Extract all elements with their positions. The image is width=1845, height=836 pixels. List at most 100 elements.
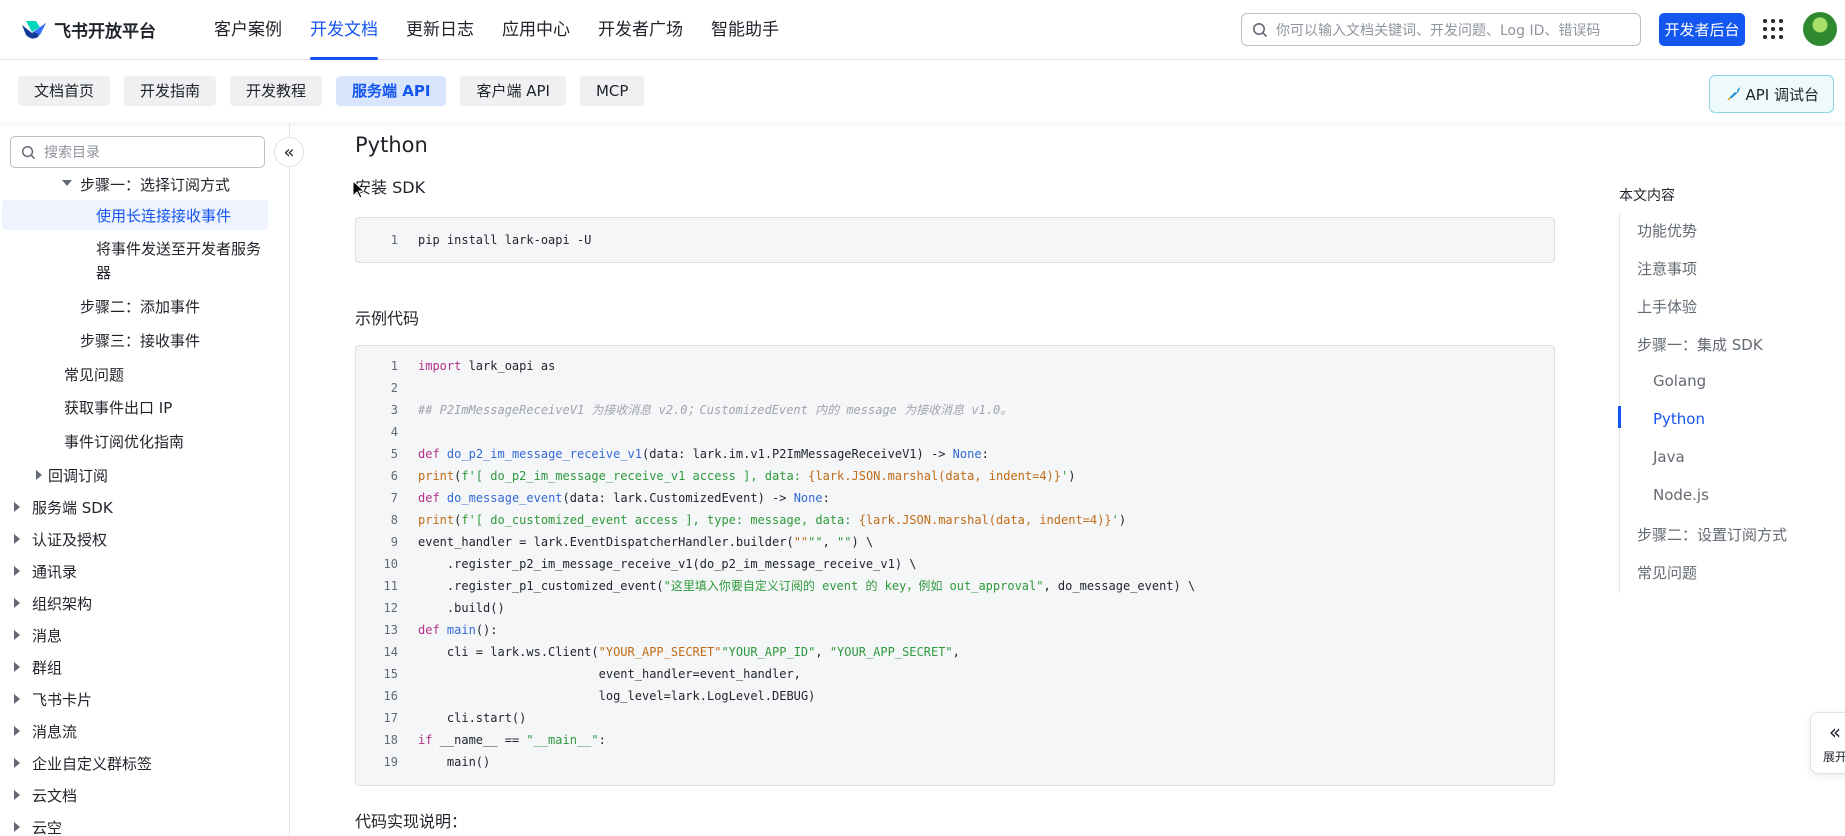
code-line: 15 event_handler=event_handler, <box>356 663 1546 685</box>
toc-item[interactable]: Golang <box>1653 372 1706 390</box>
code-text: cli.start() <box>418 711 527 725</box>
app-grid-icon[interactable] <box>1763 19 1783 39</box>
code-line: 17 cli.start() <box>356 707 1546 729</box>
tree-item-send-to-server[interactable]: 将事件发送至开发者服务 器 <box>96 238 261 283</box>
tree-item-label: 企业自定义群标签 <box>32 755 153 773</box>
tree-item-event-ip[interactable]: 获取事件出口 IP <box>64 397 172 418</box>
tree-item-label: 飞书卡片 <box>32 691 93 709</box>
tree-item-auth[interactable]: 认证及授权 <box>14 529 107 550</box>
avatar[interactable] <box>1803 12 1837 46</box>
tab-mcp[interactable]: MCP <box>579 76 645 106</box>
code-line: 18 if __name__ == "__main__": <box>356 729 1546 751</box>
code-text: (data: lark.CustomizedEvent) -> <box>562 491 794 505</box>
code-text: ) <box>1118 513 1127 527</box>
line-number: 14 <box>383 645 398 659</box>
code-text: , <box>815 645 830 659</box>
developer-console-button[interactable]: 开发者后台 <box>1659 13 1745 46</box>
tree-item-feed[interactable]: 消息流 <box>14 721 77 742</box>
sidebar-search-input[interactable]: 搜索目录 <box>10 136 265 168</box>
code-keyword: def <box>418 623 440 637</box>
code-function-name: do_p2_im_message_receive_v1 <box>446 447 642 461</box>
tab-doc-home[interactable]: 文档首页 <box>18 76 111 106</box>
tree-item-label: 认证及授权 <box>32 531 108 549</box>
toc-item-active[interactable]: Python <box>1653 410 1705 428</box>
line-number: 12 <box>383 601 398 615</box>
nav-item-docs[interactable]: 开发文档 <box>296 0 392 60</box>
toc-item[interactable]: Node.js <box>1653 486 1709 504</box>
mouse-cursor-icon <box>352 180 364 199</box>
code-text: .register_p1_customized_event( <box>418 579 664 593</box>
tree-item-long-connection[interactable]: 使用长连接接收事件 <box>2 200 268 230</box>
tree-item-label: 将事件发送至开发者服务 <box>96 240 262 258</box>
toc-item[interactable]: 常见问题 <box>1637 562 1697 583</box>
code-keyword: def <box>418 491 440 505</box>
code-keyword: import <box>418 359 462 373</box>
toc-item[interactable]: 上手体验 <box>1637 296 1697 317</box>
toc-item[interactable]: 步骤一：集成 SDK <box>1637 334 1763 355</box>
chevron-down-icon <box>62 180 72 186</box>
tree-item-message[interactable]: 消息 <box>14 625 62 646</box>
line-number: 6 <box>390 469 398 483</box>
tree-item-step1[interactable]: 步骤一：选择订阅方式 <box>62 174 230 195</box>
line-number: 19 <box>383 755 398 769</box>
tree-item-group[interactable]: 群组 <box>14 657 62 678</box>
nav-item-developer-plaza[interactable]: 开发者广场 <box>584 0 697 60</box>
line-number: 13 <box>383 623 398 637</box>
tree-item-card[interactable]: 飞书卡片 <box>14 689 92 710</box>
line-number: 1 <box>390 359 398 373</box>
code-text: main() <box>418 755 491 769</box>
tree-item-label: 消息流 <box>32 723 78 741</box>
nav-item-changelog[interactable]: 更新日志 <box>392 0 488 60</box>
tree-item-label: 通讯录 <box>32 563 78 581</box>
expand-panel-button[interactable]: « 展开 <box>1810 712 1845 774</box>
toc-item[interactable]: 功能优势 <box>1637 220 1697 241</box>
code-string: "__main__" <box>526 733 599 747</box>
tree-item-step3[interactable]: 步骤三：接收事件 <box>80 330 200 351</box>
install-code-block[interactable]: 1 pip install lark-oapi -U <box>355 217 1555 263</box>
nav-item-assistant[interactable]: 智能助手 <box>697 0 793 60</box>
tree-item-optimization[interactable]: 事件订阅优化指南 <box>64 431 184 452</box>
tab-dev-guide[interactable]: 开发指南 <box>124 76 217 106</box>
nav-item-app-center[interactable]: 应用中心 <box>488 0 584 60</box>
chevron-right-icon <box>14 758 20 768</box>
code-builtin: print <box>418 469 455 483</box>
tree-item-label: 组织架构 <box>32 595 93 613</box>
chevron-right-icon <box>14 630 20 640</box>
tab-client-api[interactable]: 客户端 API <box>460 76 566 106</box>
toc-item[interactable]: Java <box>1653 448 1685 466</box>
tree-item-cloud-docs[interactable]: 云文档 <box>14 785 77 806</box>
tree-item-group-tag[interactable]: 企业自定义群标签 <box>14 753 152 774</box>
doc-category-bar: 文档首页 开发指南 开发教程 服务端 API 客户端 API MCP API 调… <box>0 60 1845 122</box>
collapse-sidebar-button[interactable]: « <box>274 137 304 167</box>
example-code-block[interactable]: 1 import lark_oapi as 2 3 ## P2ImMessageRece… <box>355 345 1555 786</box>
logo[interactable]: 飞书开放平台 <box>20 17 172 42</box>
toc-item[interactable]: 注意事项 <box>1637 258 1697 279</box>
example-heading: 示例代码 <box>355 309 420 328</box>
api-debug-button[interactable]: API 调试台 <box>1708 75 1834 113</box>
chevron-right-icon <box>14 790 20 800</box>
line-number: 15 <box>383 667 398 681</box>
tree-item-label: 消息 <box>32 627 63 645</box>
nav-item-cases[interactable]: 客户案例 <box>200 0 296 60</box>
tree-item-contacts[interactable]: 通讯录 <box>14 561 77 582</box>
code-constant: None <box>793 491 823 505</box>
code-text: event_handler = lark.EventDispatcherHand… <box>418 535 794 549</box>
code-text: : <box>981 447 989 461</box>
chevron-right-icon <box>14 598 20 608</box>
tab-server-api[interactable]: 服务端 API <box>336 76 447 106</box>
global-search-input[interactable]: 你可以输入文档关键词、开发问题、Log ID、错误码 <box>1241 13 1641 46</box>
sidebar-search-placeholder: 搜索目录 <box>44 145 100 161</box>
tree-item-cloud-space[interactable]: 云空 <box>14 817 62 836</box>
code-keyword: def <box>418 447 440 461</box>
code-line: 14 cli = lark.ws.Client("YOUR_APP_SECRET… <box>356 641 1546 663</box>
tree-item-callback[interactable]: 回调订阅 <box>30 465 108 486</box>
code-text: cli = lark.ws.Client( <box>418 645 599 659</box>
tree-item-faq[interactable]: 常见问题 <box>64 364 124 385</box>
code-line: 13 def main(): <box>356 619 1546 641</box>
tree-item-server-sdk[interactable]: 服务端 SDK <box>14 497 113 518</box>
tree-item-org[interactable]: 组织架构 <box>14 593 92 614</box>
toc-item[interactable]: 步骤二：设置订阅方式 <box>1637 524 1787 545</box>
code-string: f'[ do_customized_event access ], type: … <box>461 513 859 527</box>
tab-dev-tutorial[interactable]: 开发教程 <box>230 76 323 106</box>
tree-item-step2[interactable]: 步骤二：添加事件 <box>80 296 200 317</box>
